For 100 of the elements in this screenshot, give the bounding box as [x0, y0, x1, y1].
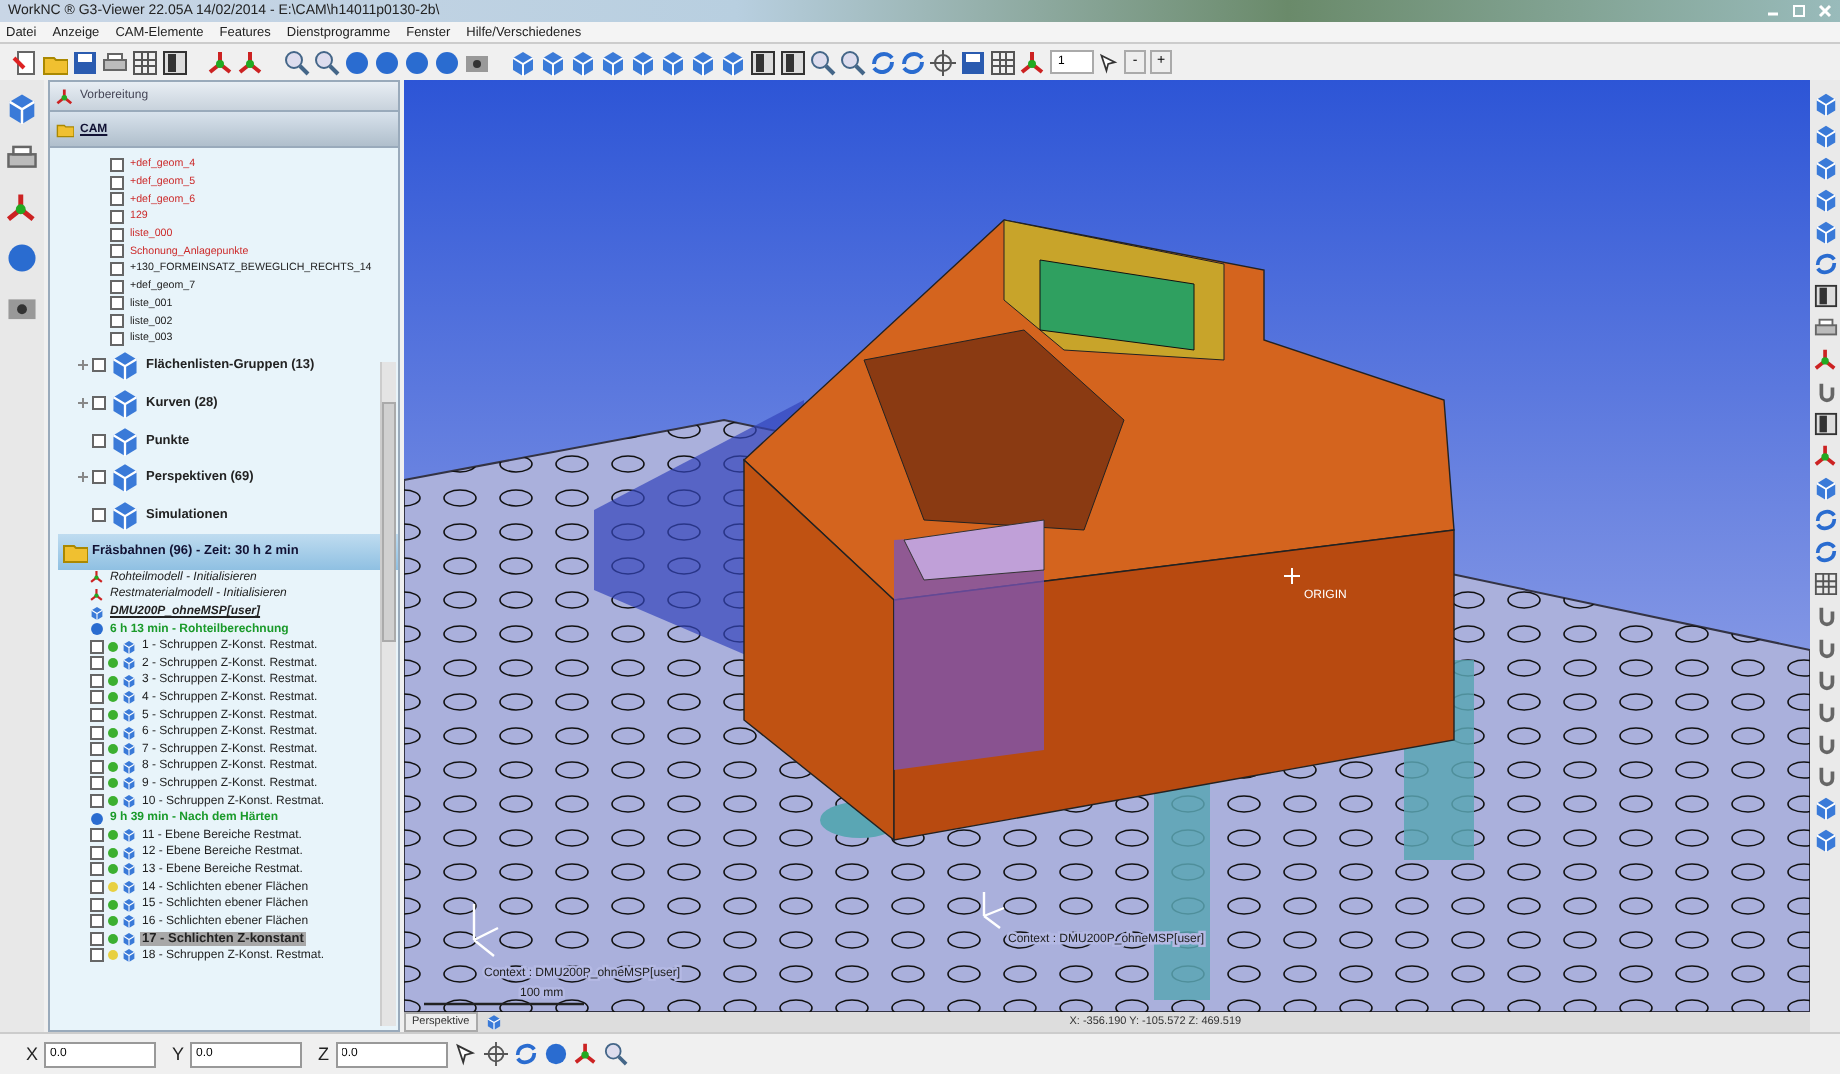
magnifier-icon[interactable]: [840, 49, 866, 75]
rotate-icon[interactable]: [513, 1042, 538, 1066]
checkbox[interactable]: [90, 759, 104, 774]
window-icon[interactable]: [1813, 284, 1837, 308]
checkbox[interactable]: [90, 828, 104, 843]
sphere-icon[interactable]: [404, 49, 430, 75]
window-icon[interactable]: [1813, 412, 1837, 436]
checkbox[interactable]: [90, 948, 104, 963]
checkbox[interactable]: [90, 931, 104, 946]
floppy-icon[interactable]: [72, 49, 98, 75]
magnifier-icon[interactable]: [810, 49, 836, 75]
magnifier-icon[interactable]: [314, 49, 340, 75]
checkbox[interactable]: [90, 708, 104, 723]
scrollbar[interactable]: [380, 362, 396, 1026]
cube-icon[interactable]: [720, 49, 746, 75]
axes-icon[interactable]: [1813, 348, 1837, 372]
scrollbar-thumb[interactable]: [382, 402, 396, 642]
checkbox[interactable]: [92, 470, 106, 485]
axes-icon[interactable]: [6, 192, 38, 224]
checkbox[interactable]: [110, 331, 124, 346]
expand-icon[interactable]: [78, 472, 88, 483]
grid-icon[interactable]: [1813, 572, 1837, 596]
floppy-icon[interactable]: [960, 49, 986, 75]
rotate-icon[interactable]: [1813, 252, 1837, 276]
checkbox[interactable]: [110, 296, 124, 311]
axes-icon[interactable]: [573, 1042, 598, 1066]
expand-icon[interactable]: [78, 360, 88, 371]
checkbox[interactable]: [92, 433, 106, 448]
expand-icon[interactable]: [78, 397, 88, 408]
checkbox[interactable]: [90, 742, 104, 757]
checkbox[interactable]: [90, 673, 104, 688]
cube-icon[interactable]: [660, 49, 686, 75]
window-icon[interactable]: [780, 49, 806, 75]
grid-icon[interactable]: [990, 49, 1016, 75]
checkbox[interactable]: [90, 880, 104, 895]
sphere-icon[interactable]: [344, 49, 370, 75]
printer-icon[interactable]: [102, 49, 128, 75]
magnifier-icon[interactable]: [603, 1042, 628, 1066]
checkbox[interactable]: [110, 244, 124, 259]
rotate-icon[interactable]: [870, 49, 896, 75]
axes-icon[interactable]: [1020, 49, 1046, 75]
checkbox[interactable]: [90, 639, 104, 654]
checkbox[interactable]: [90, 690, 104, 705]
checkbox[interactable]: [110, 209, 124, 224]
window-icon[interactable]: [162, 49, 188, 75]
checkbox[interactable]: [110, 314, 124, 329]
window-icon[interactable]: [750, 49, 776, 75]
rotate-icon[interactable]: [1813, 540, 1837, 564]
cube-icon[interactable]: [630, 49, 656, 75]
cube-icon[interactable]: [540, 49, 566, 75]
checkbox[interactable]: [92, 507, 106, 522]
cube-icon[interactable]: [1813, 124, 1837, 148]
sphere-icon[interactable]: [374, 49, 400, 75]
rotate-icon[interactable]: [900, 49, 926, 75]
checkbox[interactable]: [110, 157, 124, 172]
checkbox[interactable]: [90, 862, 104, 877]
cube-icon[interactable]: [1813, 92, 1837, 116]
rotate-icon[interactable]: [1813, 508, 1837, 532]
checkbox[interactable]: [90, 776, 104, 791]
checkbox[interactable]: [92, 395, 106, 410]
checkbox[interactable]: [90, 656, 104, 671]
cube-icon[interactable]: [6, 92, 38, 124]
cube-icon[interactable]: [1813, 828, 1837, 852]
printer-icon[interactable]: [1813, 316, 1837, 340]
cube-icon[interactable]: [690, 49, 716, 75]
checkbox[interactable]: [90, 845, 104, 860]
grid-icon[interactable]: [132, 49, 158, 75]
checkbox[interactable]: [110, 261, 124, 276]
checkbox[interactable]: [110, 175, 124, 190]
arrow-icon[interactable]: [453, 1042, 478, 1066]
checkbox[interactable]: [110, 192, 124, 207]
cube-icon[interactable]: [570, 49, 596, 75]
axes-icon[interactable]: [238, 49, 264, 75]
sphere-icon[interactable]: [543, 1042, 568, 1066]
checkbox[interactable]: [110, 279, 124, 294]
cube-icon[interactable]: [1813, 796, 1837, 820]
cube-icon[interactable]: [600, 49, 626, 75]
printer-icon[interactable]: [6, 142, 38, 174]
cube-icon[interactable]: [1813, 188, 1837, 212]
checkbox[interactable]: [90, 897, 104, 912]
cube-icon[interactable]: [1813, 220, 1837, 244]
sphere-icon[interactable]: [434, 49, 460, 75]
checkbox[interactable]: [90, 725, 104, 740]
cube-icon: [90, 605, 104, 620]
checkbox[interactable]: [92, 358, 106, 373]
document-icon[interactable]: [12, 49, 38, 75]
cube-icon[interactable]: [510, 49, 536, 75]
checkbox[interactable]: [90, 914, 104, 929]
cube-icon[interactable]: [1813, 156, 1837, 180]
magnifier-icon[interactable]: [284, 49, 310, 75]
axes-icon[interactable]: [208, 49, 234, 75]
cube-icon[interactable]: [1813, 476, 1837, 500]
checkbox[interactable]: [110, 227, 124, 242]
crosshair-icon[interactable]: [930, 49, 956, 75]
checkbox[interactable]: [90, 794, 104, 809]
axes-icon[interactable]: [1813, 444, 1837, 468]
sphere-icon: [90, 811, 104, 826]
dropdown-icon[interactable]: [1098, 51, 1120, 73]
sphere-icon[interactable]: [6, 242, 38, 274]
crosshair-icon[interactable]: [483, 1042, 508, 1066]
